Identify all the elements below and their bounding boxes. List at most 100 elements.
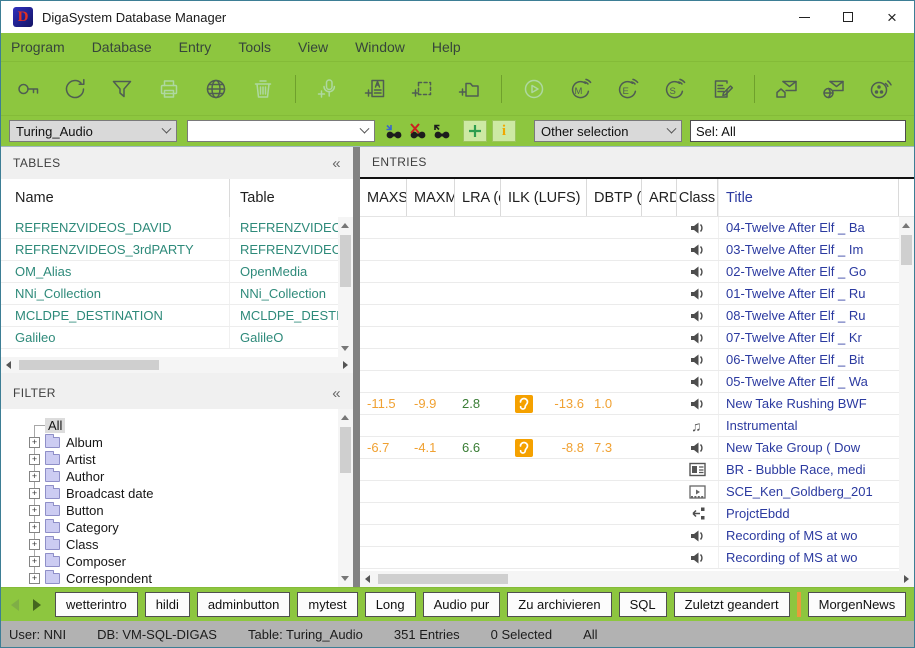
- selection-input[interactable]: [690, 120, 906, 142]
- entry-row[interactable]: BR - Bubble Race, medi: [360, 459, 899, 481]
- menu-item-program[interactable]: Program: [11, 39, 65, 55]
- column-header-dbtp-db[interactable]: DBTP (dB: [587, 179, 642, 216]
- column-header-maxsl[interactable]: MAXSL: [360, 179, 407, 216]
- filter-tree-item-author[interactable]: +Author: [1, 468, 338, 485]
- quick-button-zuletzt-geandert[interactable]: Zuletzt geandert: [674, 592, 790, 617]
- expand-icon[interactable]: +: [29, 573, 40, 584]
- column-header-title[interactable]: Title: [718, 179, 899, 216]
- entries-vertical-scrollbar[interactable]: [899, 217, 914, 571]
- column-header-class[interactable]: Class: [677, 179, 718, 216]
- filter-tree-item-album[interactable]: +Album: [1, 434, 338, 451]
- filter-button[interactable]: [107, 74, 137, 104]
- menu-item-database[interactable]: Database: [92, 39, 152, 55]
- tables-horizontal-scrollbar[interactable]: [1, 357, 353, 373]
- entry-title[interactable]: Instrumental: [718, 415, 899, 436]
- entry-row[interactable]: 02-Twelve After Elf _ Go: [360, 261, 899, 283]
- column-header-name[interactable]: Name: [1, 190, 229, 206]
- entry-title[interactable]: New Take Group ( Dow: [718, 437, 899, 458]
- entry-row[interactable]: ProjctEbdd: [360, 503, 899, 525]
- expand-icon[interactable]: +: [29, 556, 40, 567]
- expand-icon[interactable]: +: [29, 437, 40, 448]
- entry-row[interactable]: Recording of MS at wo: [360, 525, 899, 547]
- key-button[interactable]: [13, 74, 43, 104]
- find-next-button[interactable]: [381, 120, 405, 142]
- entry-title[interactable]: ProjctEbdd: [718, 503, 899, 524]
- column-header-table[interactable]: Table: [229, 179, 338, 217]
- expand-icon[interactable]: +: [29, 454, 40, 465]
- menu-item-entry[interactable]: Entry: [179, 39, 212, 55]
- entry-row[interactable]: 05-Twelve After Elf _ Wa: [360, 371, 899, 393]
- close-button[interactable]: ×: [870, 1, 914, 33]
- table-select[interactable]: Turing_Audio: [9, 120, 177, 142]
- broadcast-m-button[interactable]: M: [566, 74, 596, 104]
- scroll-buttons-right-icon[interactable]: [33, 599, 41, 611]
- entry-row[interactable]: ♫Instrumental: [360, 415, 899, 437]
- filter-tree-item-button[interactable]: +Button: [1, 502, 338, 519]
- entry-row[interactable]: SCE_Ken_Goldberg_201: [360, 481, 899, 503]
- filter-vertical-scrollbar[interactable]: [338, 409, 353, 587]
- maximize-button[interactable]: [826, 1, 870, 33]
- entry-title[interactable]: BR - Bubble Race, medi: [718, 459, 899, 480]
- entry-title[interactable]: 01-Twelve After Elf _ Ru: [718, 283, 899, 304]
- filter-tree-root[interactable]: All: [1, 417, 338, 434]
- expand-icon[interactable]: +: [29, 539, 40, 550]
- entry-title[interactable]: 06-Twelve After Elf _ Bit: [718, 349, 899, 370]
- new-selection-button[interactable]: [407, 74, 437, 104]
- add-button[interactable]: [463, 120, 487, 142]
- new-folder-button[interactable]: [454, 74, 484, 104]
- collapse-panel-icon[interactable]: «: [332, 155, 341, 172]
- column-header-ilk-lufs-[interactable]: ILK (LUFS): [501, 179, 587, 216]
- quick-button-audio-pur[interactable]: Audio pur: [423, 592, 501, 617]
- filter-tree-item-correspondent[interactable]: +Correspondent: [1, 570, 338, 587]
- web-button[interactable]: [201, 74, 231, 104]
- table-row[interactable]: NNi_CollectionNNi_Collection: [1, 283, 338, 305]
- info-button[interactable]: i: [492, 120, 516, 142]
- quick-button-mytest[interactable]: mytest: [297, 592, 357, 617]
- table-row[interactable]: REFRENZVIDEOS_DAVIDREFRENZVIDEOS: [1, 217, 338, 239]
- collapse-panel-icon[interactable]: «: [332, 385, 341, 402]
- menu-item-window[interactable]: Window: [355, 39, 405, 55]
- broadcast-s-button[interactable]: S: [660, 74, 690, 104]
- entry-title[interactable]: 02-Twelve After Elf _ Go: [718, 261, 899, 282]
- entry-row[interactable]: 06-Twelve After Elf _ Bit: [360, 349, 899, 371]
- entry-row[interactable]: 04-Twelve After Elf _ Ba: [360, 217, 899, 239]
- quick-button-wetterintro[interactable]: wetterintro: [55, 592, 138, 617]
- entry-row[interactable]: Recording of MS at wo: [360, 547, 899, 569]
- panel-splitter[interactable]: [353, 147, 360, 587]
- quick-button-adminbutton[interactable]: adminbutton: [197, 592, 291, 617]
- filter-tree-item-artist[interactable]: +Artist: [1, 451, 338, 468]
- expand-icon[interactable]: +: [29, 505, 40, 516]
- filter-tree-item-class[interactable]: +Class: [1, 536, 338, 553]
- column-header-ard-[interactable]: ARD/: [642, 179, 677, 216]
- quick-button-zu-archivieren[interactable]: Zu archivieren: [507, 592, 611, 617]
- broadcast-e-button[interactable]: E: [613, 74, 643, 104]
- column-header-maxmi[interactable]: MAXMI: [407, 179, 455, 216]
- quick-button-hildi[interactable]: hildi: [145, 592, 190, 617]
- filter-tree-item-composer[interactable]: +Composer: [1, 553, 338, 570]
- search-combo[interactable]: [187, 120, 375, 142]
- minimize-button[interactable]: [782, 1, 826, 33]
- selection-select[interactable]: Other selection: [534, 120, 682, 142]
- expand-icon[interactable]: +: [29, 522, 40, 533]
- table-row[interactable]: GalileoGalileO: [1, 327, 338, 349]
- edit-entry-button[interactable]: [707, 74, 737, 104]
- table-row[interactable]: OM_AliasOpenMedia: [1, 261, 338, 283]
- find-clear-button[interactable]: [405, 120, 429, 142]
- menu-item-view[interactable]: View: [298, 39, 328, 55]
- entry-row[interactable]: 03-Twelve After Elf _ Im: [360, 239, 899, 261]
- entry-title[interactable]: 03-Twelve After Elf _ Im: [718, 239, 899, 260]
- send-home-button[interactable]: [772, 74, 802, 104]
- entry-row[interactable]: -11.5-9.92.8-13.61.0New Take Rushing BWF: [360, 393, 899, 415]
- new-text-entry-button[interactable]: [360, 74, 390, 104]
- table-row[interactable]: MCLDPE_DESTINATIONMCLDPE_DESTIN: [1, 305, 338, 327]
- entry-title[interactable]: 08-Twelve After Elf _ Ru: [718, 305, 899, 326]
- entry-title[interactable]: New Take Rushing BWF: [718, 393, 899, 414]
- entry-title[interactable]: Recording of MS at wo: [718, 525, 899, 546]
- entry-title[interactable]: 07-Twelve After Elf _ Kr: [718, 327, 899, 348]
- column-header-lra-db[interactable]: LRA (dB: [455, 179, 501, 216]
- quick-button-sql[interactable]: SQL: [619, 592, 667, 617]
- tables-vertical-scrollbar[interactable]: [338, 217, 353, 357]
- menu-item-tools[interactable]: Tools: [238, 39, 271, 55]
- send-web-button[interactable]: [819, 74, 849, 104]
- table-row[interactable]: REFRENZVIDEOS_3rdPARTYREFRENZVIDEOS: [1, 239, 338, 261]
